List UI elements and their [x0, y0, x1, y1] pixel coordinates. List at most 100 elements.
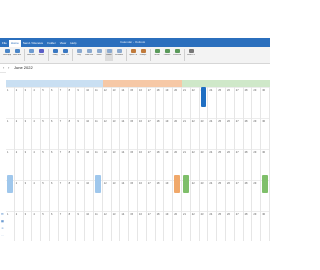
row-divider [199, 149, 208, 150]
day-header[interactable] [58, 80, 68, 87]
day-header[interactable] [120, 80, 130, 87]
day-header[interactable] [146, 80, 156, 87]
day-header[interactable] [243, 80, 253, 87]
search-people-icon [188, 49, 194, 53]
share-button[interactable]: Share [153, 49, 161, 61]
day-header[interactable] [85, 80, 94, 87]
day-column[interactable]: 17 17 17 17 17 [146, 87, 156, 241]
orange-event[interactable] [174, 175, 180, 193]
day-column[interactable]: 6 6 6 6 6 [50, 87, 59, 241]
publish-button[interactable]: Publish [163, 49, 171, 61]
light-blue-event[interactable] [95, 175, 101, 193]
light-blue-event[interactable] [7, 175, 13, 193]
day-column[interactable]: 11111 [6, 87, 15, 241]
day-header[interactable] [94, 80, 103, 87]
day-column[interactable]: 2 2 2 2 2 [14, 87, 24, 241]
row-divider [120, 149, 129, 150]
current-month-label[interactable]: June 2022 [14, 65, 33, 71]
day-column[interactable]: 10 10 10 10 10 [85, 87, 94, 241]
day-column[interactable]: 18 18 18 18 18 [155, 87, 165, 241]
day-header[interactable] [252, 80, 262, 87]
new-meeting-button[interactable]: New Meeting [13, 49, 21, 61]
new-appt-button[interactable]: New Appt [3, 49, 11, 61]
day-column[interactable]: 7 7 7 7 7 [58, 87, 68, 241]
day-column[interactable]: 3030303030 [261, 87, 270, 241]
schedule-button[interactable]: Schedule [115, 49, 123, 61]
day-column[interactable]: 27 27 27 27 27 [234, 87, 244, 241]
next-month-button[interactable]: › [8, 65, 9, 71]
day-header[interactable] [261, 80, 270, 87]
day-number: 19 [165, 182, 169, 185]
day-column[interactable]: 2121212121 [182, 87, 191, 241]
day-header[interactable] [102, 80, 112, 87]
day-header[interactable] [190, 80, 200, 87]
day-column[interactable]: 19 19 19 19 19 [164, 87, 174, 241]
mail-icon[interactable]: ✉ [1, 212, 4, 216]
day-header[interactable] [217, 80, 226, 87]
day-column[interactable]: 16 16 16 16 16 [138, 87, 147, 241]
day-column[interactable]: 12 12 12 12 12 [102, 87, 112, 241]
day-column[interactable]: 13 13 13 13 13 [111, 87, 121, 241]
day-column[interactable]: 3 3 3 3 3 [23, 87, 33, 241]
day-column[interactable]: 22 22 22 22 22 [190, 87, 200, 241]
more-apps-icon[interactable]: … [1, 233, 4, 237]
day-header[interactable] [23, 80, 33, 87]
today-button[interactable]: Today [51, 49, 59, 61]
day-header[interactable] [6, 80, 15, 87]
day-column[interactable]: 2020202020 [173, 87, 182, 241]
tab-help[interactable]: Help [68, 40, 78, 47]
search-people-button[interactable]: Search People [187, 49, 195, 61]
day-header[interactable] [173, 80, 182, 87]
day-column[interactable]: 28 28 28 28 28 [243, 87, 253, 241]
day-header[interactable] [155, 80, 165, 87]
tab-folder[interactable]: Folder [45, 40, 58, 47]
dark-blue-event[interactable] [200, 87, 207, 107]
day-header[interactable] [182, 80, 191, 87]
tab-file[interactable]: File [0, 40, 9, 47]
day-column[interactable]: 8 8 8 8 8 [67, 87, 77, 241]
day-header[interactable] [129, 80, 138, 87]
day-header[interactable] [199, 80, 209, 87]
permissions-button[interactable]: Permissions [173, 49, 181, 61]
day-header[interactable] [234, 80, 244, 87]
next-7-days-button[interactable]: Next 7 Days [61, 49, 69, 61]
day-column[interactable]: 1111111111 [94, 87, 103, 241]
week-button[interactable]: Week [95, 49, 103, 61]
day-header[interactable] [226, 80, 235, 87]
groups-button[interactable]: Groups [139, 49, 147, 61]
day-header[interactable] [164, 80, 174, 87]
new-items-button[interactable]: New Items [27, 49, 35, 61]
day-column[interactable]: 5 5 5 5 5 [41, 87, 50, 241]
day-header[interactable] [14, 80, 24, 87]
day-column[interactable]: 4 4 4 4 4 [32, 87, 42, 241]
day-header[interactable] [41, 80, 50, 87]
green-event[interactable] [262, 175, 268, 193]
day-header[interactable] [50, 80, 59, 87]
day-header[interactable] [67, 80, 77, 87]
day-column[interactable]: 2323232323 [199, 87, 209, 241]
day-column[interactable]: 29 29 29 29 29 [252, 87, 262, 241]
tab-view[interactable]: View [58, 40, 68, 47]
day-column[interactable]: 14 14 14 14 14 [120, 87, 130, 241]
previous-month-button[interactable]: ‹ [3, 65, 4, 71]
tab-home[interactable]: Home [8, 40, 21, 47]
work-week-button[interactable]: Work Week [85, 49, 93, 61]
day-header[interactable] [138, 80, 147, 87]
day-header[interactable] [208, 80, 218, 87]
month-button[interactable]: Month [105, 49, 113, 61]
green-event[interactable] [183, 175, 189, 193]
people-icon[interactable]: ☺ [1, 226, 4, 230]
day-column[interactable]: 9 9 9 9 9 [76, 87, 86, 241]
teams-button[interactable]: Teams [37, 49, 45, 61]
day-header[interactable] [32, 80, 42, 87]
day-column[interactable]: 26 26 26 26 26 [226, 87, 235, 241]
day-header[interactable] [111, 80, 121, 87]
day-column[interactable]: 15 15 15 15 15 [129, 87, 138, 241]
open-cal-button[interactable]: Open Cal [129, 49, 137, 61]
day-column[interactable]: 25 25 25 25 25 [217, 87, 226, 241]
day-column[interactable]: 24 24 24 24 24 [208, 87, 218, 241]
calendar-icon[interactable]: ▦ [1, 219, 4, 223]
day-header[interactable] [76, 80, 86, 87]
day-button[interactable]: Day [75, 49, 83, 61]
tab-send-receive[interactable]: Send / Receive [21, 40, 45, 47]
